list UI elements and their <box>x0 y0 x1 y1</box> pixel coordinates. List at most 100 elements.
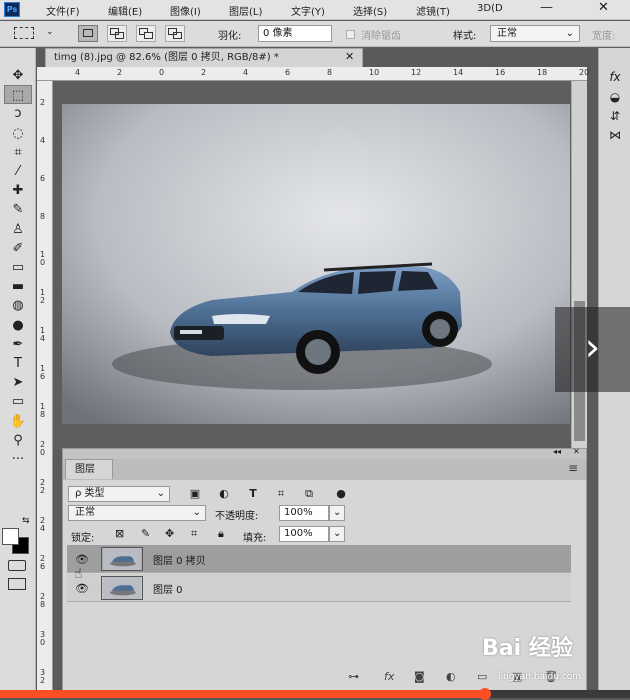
ruler-tick-label: 2 <box>201 68 207 77</box>
adjustment-layer-icon[interactable]: ◐ <box>446 670 456 683</box>
add-mask-icon[interactable]: ◙ <box>414 670 425 683</box>
lock-image-icon[interactable]: ✎ <box>141 527 150 540</box>
ruler-tick-label: 1 8 <box>40 402 46 419</box>
dodge-icon[interactable]: ● <box>4 316 32 335</box>
document-tab[interactable]: timg (8).jpg @ 82.6% (图层 0 拷贝, RGB/8#) * <box>45 48 363 67</box>
minimize-icon[interactable]: — <box>540 0 553 15</box>
ruler-tick-label: 20 <box>579 68 590 77</box>
paths-icon[interactable]: ⇵ <box>604 107 626 125</box>
close-tab-icon[interactable]: ✕ <box>345 50 354 63</box>
menu-file[interactable]: 文件(F) <box>46 3 80 18</box>
layer-name[interactable]: 图层 0 拷贝 <box>153 552 206 567</box>
layer-row[interactable]: 👁︎ 图层 0 拷贝 <box>67 545 571 573</box>
pen-icon[interactable]: ✒ <box>4 335 32 354</box>
ruler-tick-label: 6 <box>40 174 46 183</box>
filter-adjustment-icon[interactable]: ◐ <box>216 486 232 502</box>
new-group-icon[interactable]: ▭ <box>477 670 487 683</box>
subtract-selection-button[interactable] <box>136 25 156 42</box>
next-arrow-button[interactable]: › <box>555 307 630 392</box>
layer-style-icon[interactable]: fx <box>384 670 394 683</box>
panel-menu-icon[interactable]: ≡ <box>568 461 578 475</box>
ruler-tick-label: 4 <box>75 68 81 77</box>
ruler-tick-label: 2 <box>117 68 123 77</box>
history-brush-icon[interactable]: ✐ <box>4 239 32 258</box>
antialias-label: 消除锯齿 <box>361 31 401 42</box>
lock-position-icon[interactable]: ✥ <box>165 527 174 540</box>
blur-icon[interactable]: ◍ <box>4 296 32 315</box>
brush-icon[interactable]: ✎ <box>4 200 32 219</box>
lock-all-icon[interactable]: 🔒︎ <box>218 527 224 541</box>
lasso-icon[interactable]: ↄ <box>4 104 32 123</box>
quick-select-icon[interactable]: ◌ <box>4 124 32 143</box>
video-progress-bar[interactable] <box>0 688 630 700</box>
filter-type-icon[interactable]: T <box>245 486 261 502</box>
chevron-down-icon[interactable]: ⌄ <box>46 27 54 37</box>
new-selection-button[interactable] <box>78 25 98 42</box>
filter-toggle-icon[interactable]: ● <box>333 486 349 502</box>
antialias-checkbox[interactable] <box>346 30 355 39</box>
vertical-scrollbar[interactable] <box>571 81 587 450</box>
ruler-tick-label: 1 2 <box>40 288 46 305</box>
style-select[interactable]: 正常 ⌄ <box>490 25 580 42</box>
layer-name[interactable]: 图层 0 <box>153 581 183 596</box>
channels-icon[interactable]: ⋈ <box>604 126 626 144</box>
photoshop-logo-icon: Ps <box>4 2 20 17</box>
foreground-color-swatch[interactable] <box>2 528 19 545</box>
filter-shape-icon[interactable]: ⌗ <box>273 486 289 502</box>
progress-knob[interactable] <box>479 688 492 700</box>
lock-transparent-icon[interactable]: ⊠ <box>115 527 124 540</box>
crop-icon[interactable]: ⌗ <box>4 143 32 162</box>
marquee-preset-icon[interactable] <box>14 27 34 39</box>
style-label: 样式: <box>453 31 477 42</box>
tab-layers[interactable]: 图层 <box>65 459 113 479</box>
eyedropper-icon[interactable]: ⁄ <box>4 162 32 181</box>
visibility-eye-icon[interactable]: 👁︎ <box>75 553 89 566</box>
screen-mode-icon[interactable] <box>8 578 26 590</box>
stamp-icon[interactable]: ♙ <box>4 220 32 239</box>
menu-image[interactable]: 图像(I) <box>170 3 201 18</box>
ruler-tick-label: 16 <box>495 68 506 77</box>
opacity-dropdown[interactable]: ⌄ <box>329 505 345 521</box>
add-selection-button[interactable] <box>107 25 127 42</box>
swap-colors-icon[interactable]: ⇆ <box>22 516 30 526</box>
opacity-input[interactable]: 100% <box>279 505 329 521</box>
blend-mode-select[interactable]: 正常 ⌄ <box>68 505 206 521</box>
layer-row[interactable]: 👁︎ 图层 0 <box>67 574 571 602</box>
menu-layer[interactable]: 图层(L) <box>229 3 262 18</box>
lock-artboard-icon[interactable]: ⌗ <box>191 527 197 541</box>
gradient-icon[interactable]: ▬ <box>4 277 32 296</box>
fill-input[interactable]: 100% <box>279 526 329 542</box>
menu-select[interactable]: 选择(S) <box>353 3 387 18</box>
healing-icon[interactable]: ✚ <box>4 181 32 200</box>
visibility-eye-icon[interactable]: 👁︎ <box>75 582 89 595</box>
fill-dropdown[interactable]: ⌄ <box>329 526 345 542</box>
feather-label: 羽化: <box>218 31 242 42</box>
feather-input[interactable]: 0 像素 <box>258 25 332 42</box>
rectangle-icon[interactable]: ▭ <box>4 392 32 411</box>
type-icon[interactable]: T <box>4 354 32 373</box>
adjustments-icon[interactable]: ◒ <box>604 88 626 106</box>
move-icon[interactable]: ✥ <box>4 66 32 85</box>
intersect-selection-button[interactable] <box>165 25 185 42</box>
filter-pixel-icon[interactable]: ▣ <box>187 486 203 502</box>
filter-smart-object-icon[interactable]: ⧉ <box>301 486 317 502</box>
marquee-icon[interactable]: ⬚ <box>4 85 32 105</box>
quick-mask-icon[interactable] <box>8 560 26 571</box>
ruler-tick-label: 3 2 <box>40 668 46 685</box>
ruler-tick-label: 1 4 <box>40 326 46 343</box>
more-tools-icon[interactable]: ··· <box>4 450 32 469</box>
menu-filter[interactable]: 滤镜(T) <box>416 3 450 18</box>
menu-edit[interactable]: 编辑(E) <box>108 3 142 18</box>
hand-icon[interactable]: ✋ <box>4 412 32 431</box>
eraser-icon[interactable]: ▭ <box>4 258 32 277</box>
layer-filter-select[interactable]: ρ 类型 ⌄ <box>68 486 170 502</box>
zoom-icon[interactable]: ⚲ <box>4 431 32 450</box>
baidu-watermark: Bai 经验 <box>482 636 573 661</box>
link-layers-icon[interactable]: ⊶ <box>348 670 359 683</box>
ruler-tick-label: 1 6 <box>40 364 46 381</box>
menu-3d[interactable]: 3D(D <box>477 3 503 14</box>
menu-type[interactable]: 文字(Y) <box>291 3 325 18</box>
path-select-icon[interactable]: ➤ <box>4 373 32 392</box>
close-window-icon[interactable]: ✕ <box>598 0 609 15</box>
styles-icon[interactable]: fx <box>604 68 626 86</box>
